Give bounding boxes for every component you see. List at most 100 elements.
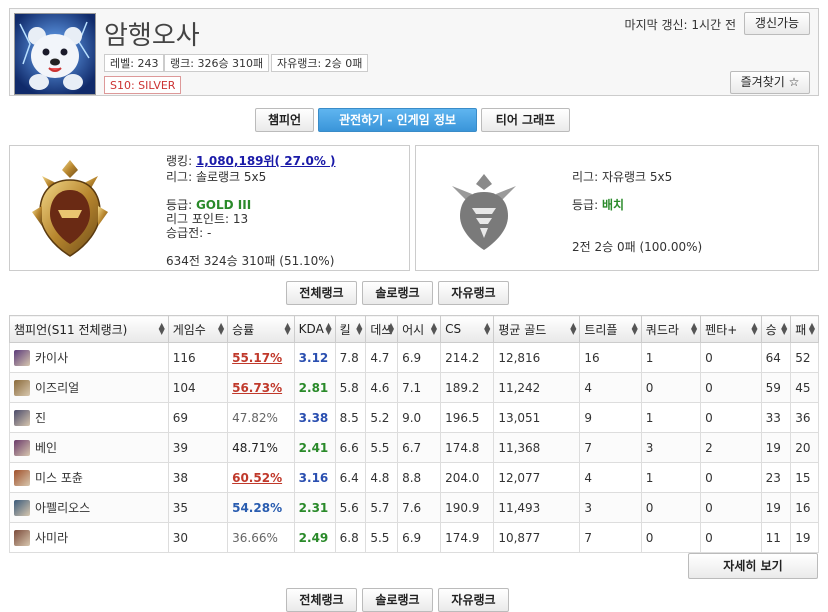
gold-cell: 11,493 — [493, 492, 581, 523]
quadra-cell: 0 — [640, 492, 702, 523]
champion-portrait-icon — [14, 440, 30, 457]
gold-cell: 13,051 — [493, 402, 581, 433]
assists-cell: 7.6 — [397, 492, 442, 523]
champion-cell: 베인 — [9, 432, 169, 463]
header-col-quadra[interactable]: 쿼드라 ▲ ▼ — [640, 315, 702, 343]
header-col-games[interactable]: 게임수 ▲ ▼ — [167, 315, 229, 343]
sort-icon: ▲ ▼ — [430, 321, 438, 336]
header-col-losses[interactable]: 패 ▲ ▼ — [790, 315, 819, 343]
kills-cell: 6.8 — [334, 522, 367, 553]
champion-name: 이즈리얼 — [35, 380, 80, 395]
kills-cell: 6.4 — [334, 462, 367, 493]
assists-cell: 6.7 — [397, 432, 442, 463]
solo-ranking-label: 랭킹: — [166, 154, 196, 168]
champion-stats-table: 챔피언(S11 전체랭크) ▲ ▼ 게임수 ▲ ▼ 승률 ▲ ▼ KDA ▲ ▼ 킬 ▲ ▼ 데쓰 ▲ ▼ 어시 ▲ ▼… — [9, 315, 819, 553]
table-row[interactable]: 미스 포츈 38 60.52% 3.16 6.4 4.8 8.8 204.0 12,077 4 1 0… — [9, 462, 819, 493]
wins-cell: 19 — [760, 432, 792, 463]
header-col-kills[interactable]: 킬 ▲ ▼ — [334, 315, 367, 343]
sort-icon: ▲ ▼ — [484, 321, 491, 336]
sort-icon: ▲ ▼ — [284, 321, 291, 336]
kda-cell: 2.49 — [293, 522, 336, 553]
gold-cell: 10,877 — [493, 522, 581, 553]
filter-solo-rank-button-bottom[interactable]: 솔로랭크 — [362, 588, 433, 612]
cs-cell: 174.9 — [440, 522, 495, 553]
deaths-cell: 4.7 — [365, 342, 399, 373]
header-col-deaths[interactable]: 데쓰 ▲ ▼ — [365, 315, 399, 343]
flex-record-tag: 자유랭크: 2승 0패 — [271, 54, 369, 72]
summoner-header: 암행오사 레벨: 243 랭크: 326승 310패 자유랭크: 2승 0패 S… — [9, 8, 819, 96]
penta-cell: 0 — [700, 372, 762, 403]
tab-spectate-ingame[interactable]: 관전하기 - 인게임 정보 — [318, 108, 477, 132]
gold-cell: 11,242 — [493, 372, 581, 403]
filter-all-rank-button-bottom[interactable]: 전체랭크 — [286, 588, 357, 612]
quadra-cell: 0 — [640, 372, 702, 403]
triple-cell: 3 — [579, 492, 642, 523]
triple-cell: 4 — [579, 462, 642, 493]
games-cell: 30 — [167, 522, 229, 553]
losses-cell: 36 — [790, 402, 819, 433]
triple-cell: 16 — [579, 342, 642, 373]
winrate-cell: 56.73% — [227, 372, 295, 403]
tab-tier-graph[interactable]: 티어 그래프 — [481, 108, 570, 132]
penta-cell: 0 — [700, 492, 762, 523]
solo-league: 리그: 솔로랭크 5x5 — [166, 170, 267, 184]
tab-champion[interactable]: 챔피언 — [255, 108, 314, 132]
header-label: 킬 — [339, 322, 351, 337]
header-col-winrate[interactable]: 승률 ▲ ▼ — [227, 315, 295, 343]
favorite-button[interactable]: 즐겨찾기 ☆ — [730, 71, 810, 94]
champion-portrait-icon — [14, 350, 30, 367]
cs-cell: 214.2 — [440, 342, 495, 373]
table-row[interactable]: 베인 39 48.71% 2.41 6.6 5.5 6.7 174.8 11,368 7 3 2 19 2… — [9, 432, 819, 463]
header-label: 쿼드라 — [645, 322, 679, 337]
assists-cell: 6.9 — [397, 342, 442, 373]
kda-cell: 3.38 — [293, 402, 336, 433]
cs-cell: 174.8 — [440, 432, 495, 463]
quadra-cell: 0 — [640, 522, 702, 553]
champion-portrait-icon — [14, 410, 30, 427]
header-label: 챔피언(S11 전체랭크) — [14, 322, 128, 337]
table-row[interactable]: 진 69 47.82% 3.38 8.5 5.2 9.0 196.5 13,051 9 1 0 33 36 — [9, 402, 819, 433]
view-details-button[interactable]: 자세히 보기 — [688, 553, 818, 579]
table-row[interactable]: 사미라 30 36.66% 2.49 6.8 5.5 6.9 174.9 10,877 7 0 0 11… — [9, 522, 819, 553]
header-col-assists[interactable]: 어시 ▲ ▼ — [397, 315, 442, 343]
table-row[interactable]: 이즈리얼 104 56.73% 2.81 5.8 4.6 7.1 189.2 11,242 4 0 0… — [9, 372, 819, 403]
penta-cell: 2 — [700, 432, 762, 463]
solo-ranking-link[interactable]: 1,080,189위( 27.0% ) — [196, 154, 336, 168]
champion-name: 카이사 — [35, 350, 69, 365]
filter-solo-rank-button[interactable]: 솔로랭크 — [362, 281, 433, 305]
losses-cell: 52 — [790, 342, 819, 373]
winrate-cell: 47.82% — [227, 402, 295, 433]
table-row[interactable]: 카이사 116 55.17% 3.12 7.8 4.7 6.9 214.2 12,816 16 1 0… — [9, 342, 819, 373]
header-col-avg-gold[interactable]: 평균 골드 ▲ ▼ — [493, 315, 581, 343]
header-col-kda[interactable]: KDA ▲ ▼ — [293, 315, 336, 343]
champion-cell: 미스 포츈 — [9, 462, 169, 493]
header-col-triple[interactable]: 트리플 ▲ ▼ — [579, 315, 642, 343]
refresh-button[interactable]: 갱신가능 — [744, 12, 810, 35]
assists-cell: 8.8 — [397, 462, 442, 493]
flex-tier-value: 배치 — [601, 198, 625, 212]
header-col-wins[interactable]: 승 ▲ ▼ — [760, 315, 792, 343]
champion-portrait-icon — [14, 500, 30, 517]
header-col-cs[interactable]: CS ▲ ▼ — [440, 315, 495, 343]
header-col-champion[interactable]: 챔피언(S11 전체랭크) ▲ ▼ — [9, 315, 169, 343]
sort-icon: ▲ ▼ — [781, 321, 788, 336]
solo-record: 634전 324승 310패 (51.10%) — [166, 254, 335, 268]
games-cell: 116 — [167, 342, 229, 373]
filter-all-rank-button[interactable]: 전체랭크 — [286, 281, 357, 305]
table-row[interactable]: 아펠리오스 35 54.28% 2.31 5.6 5.7 7.6 190.9 11,493 3 0 0… — [9, 492, 819, 523]
rank-record-tag: 랭크: 326승 310패 — [164, 54, 270, 72]
filter-flex-rank-button[interactable]: 자유랭크 — [438, 281, 509, 305]
filter-flex-rank-button-bottom[interactable]: 자유랭크 — [438, 588, 509, 612]
header-label: CS — [445, 322, 462, 336]
games-cell: 69 — [167, 402, 229, 433]
header-col-penta[interactable]: 펜타+ ▲ ▼ — [700, 315, 762, 343]
gold-cell: 12,816 — [493, 342, 581, 373]
last-update-text: 마지막 갱신: 1시간 전 — [624, 18, 736, 32]
winrate-cell: 48.71% — [227, 432, 295, 463]
champion-name: 미스 포츈 — [35, 470, 83, 485]
triple-cell: 9 — [579, 402, 642, 433]
header-label: 어시 — [402, 322, 425, 337]
games-cell: 35 — [167, 492, 229, 523]
quadra-cell: 1 — [640, 342, 702, 373]
sort-icon: ▲ ▼ — [570, 321, 577, 336]
